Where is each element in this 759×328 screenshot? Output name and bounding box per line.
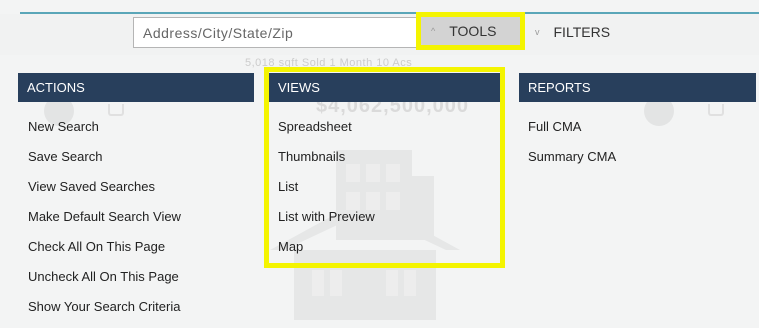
menu-item-save-search[interactable]: Save Search bbox=[28, 149, 181, 179]
chevron-up-icon: ^ bbox=[431, 26, 436, 36]
actions-header: ACTIONS bbox=[18, 73, 254, 102]
cart-icon bbox=[708, 104, 724, 116]
menu-item-view-saved-searches[interactable]: View Saved Searches bbox=[28, 179, 181, 209]
menu-item-full-cma[interactable]: Full CMA bbox=[528, 119, 616, 149]
tools-button[interactable]: ^ TOOLS bbox=[416, 12, 525, 50]
views-menu: Spreadsheet Thumbnails List List with Pr… bbox=[278, 119, 375, 269]
views-header: VIEWS bbox=[269, 73, 500, 102]
menu-item-spreadsheet[interactable]: Spreadsheet bbox=[278, 119, 375, 149]
tools-label: TOOLS bbox=[449, 23, 497, 39]
menu-item-uncheck-all[interactable]: Uncheck All On This Page bbox=[28, 269, 181, 299]
reports-header: REPORTS bbox=[519, 73, 756, 102]
menu-item-list-with-preview[interactable]: List with Preview bbox=[278, 209, 375, 239]
chevron-down-icon: v bbox=[535, 27, 540, 37]
menu-item-map[interactable]: Map bbox=[278, 239, 375, 269]
menu-item-check-all[interactable]: Check All On This Page bbox=[28, 239, 181, 269]
listing-meta: 5,018 sqft Sold 1 Month 10 Acs bbox=[245, 57, 413, 69]
cart-icon bbox=[108, 104, 124, 116]
menu-item-list[interactable]: List bbox=[278, 179, 375, 209]
menu-item-summary-cma[interactable]: Summary CMA bbox=[528, 149, 616, 179]
filters-label: FILTERS bbox=[553, 24, 611, 40]
menu-item-show-criteria[interactable]: Show Your Search Criteria bbox=[28, 299, 181, 328]
reports-menu: Full CMA Summary CMA bbox=[528, 119, 616, 179]
search-input[interactable] bbox=[133, 17, 417, 48]
menu-item-make-default-view[interactable]: Make Default Search View bbox=[28, 209, 181, 239]
menu-item-new-search[interactable]: New Search bbox=[28, 119, 181, 149]
filters-button[interactable]: v FILTERS bbox=[532, 22, 610, 42]
menu-item-thumbnails[interactable]: Thumbnails bbox=[278, 149, 375, 179]
actions-menu: New Search Save Search View Saved Search… bbox=[28, 119, 181, 328]
